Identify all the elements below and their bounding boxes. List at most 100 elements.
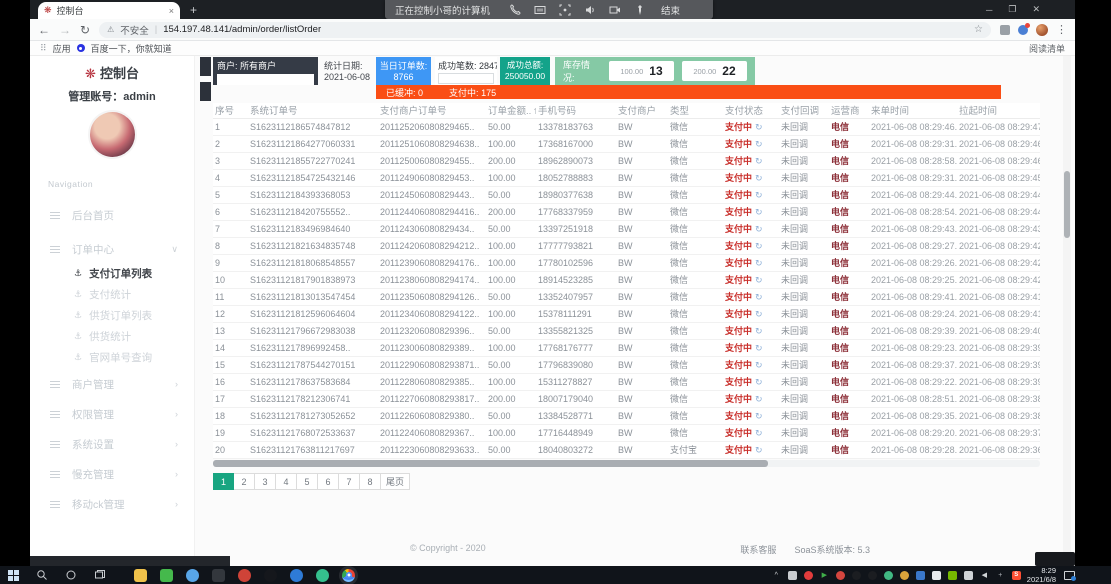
notification-center-icon[interactable] [1064,571,1075,580]
stat-date-value[interactable]: 2021-06-08 [324,72,370,82]
horizontal-scrollbar-thumb[interactable] [213,460,768,467]
close-button[interactable]: ✕ [1032,4,1040,15]
refresh-status-icon[interactable]: ↻ [755,360,763,370]
reload-icon[interactable]: ↻ [80,24,90,36]
sidebar-subitem[interactable]: ⚓支付订单列表 [30,263,194,284]
refresh-status-icon[interactable]: ↻ [755,411,763,421]
sidebar-group[interactable]: 商户管理› [30,370,194,398]
user-avatar[interactable] [90,112,135,157]
refresh-status-icon[interactable]: ↻ [755,394,763,404]
app-blue-icon[interactable] [290,569,303,582]
page-button-1[interactable]: 1 [213,473,234,490]
tray-expand-icon[interactable]: ^ [772,571,781,580]
file-explorer-icon[interactable] [134,569,147,582]
sidebar-subitem[interactable]: ⚓供货统计 [30,326,194,347]
screenshot-icon[interactable] [559,4,571,16]
windows-start-icon[interactable] [8,570,19,581]
refresh-status-icon[interactable]: ↻ [755,122,763,132]
sidebar-group[interactable]: 系统设置› [30,430,194,458]
new-tab-button[interactable]: + [190,3,197,17]
refresh-status-icon[interactable]: ↻ [755,292,763,302]
success-count-input[interactable] [438,73,494,84]
pin-icon[interactable] [634,4,646,16]
terminal-icon[interactable] [212,569,225,582]
remote-desktop-icon[interactable] [186,569,199,582]
page-button-6[interactable]: 6 [318,473,339,490]
tray-blue-icon[interactable] [916,571,925,580]
back-icon[interactable]: ← [38,24,50,36]
reading-list-label[interactable]: 阅读清单 [1029,42,1065,55]
taskbar-clock[interactable]: 8:29 2021/6/8 [1027,566,1056,584]
panel-toggle-2[interactable] [200,82,211,101]
panel-toggle-1[interactable] [200,57,211,76]
tray-window-icon[interactable] [788,571,797,580]
sidebar-item-home[interactable]: 后台首页 [30,201,194,229]
bookmark-baidu[interactable]: 百度一下，你就知道 [91,42,172,55]
phone-icon[interactable] [509,4,521,16]
speaker-icon[interactable] [584,4,596,16]
page-button-2[interactable]: 2 [234,473,255,490]
cortana-icon[interactable] [65,569,77,581]
apps-label[interactable]: 应用 [53,42,71,55]
video-icon[interactable] [609,4,621,16]
page-button-7[interactable]: 7 [339,473,360,490]
task-view-icon[interactable] [94,569,106,581]
tray-ball-icon[interactable] [836,571,845,580]
maximize-button[interactable]: ❐ [1008,4,1016,15]
qq-tray-icon[interactable] [852,571,861,580]
refresh-status-icon[interactable]: ↻ [755,224,763,234]
page-button-5[interactable]: 5 [297,473,318,490]
refresh-status-icon[interactable]: ↻ [755,445,763,455]
extension-badge-icon[interactable] [1018,25,1028,35]
profile-avatar[interactable] [1036,24,1048,36]
refresh-status-icon[interactable]: ↻ [755,343,763,353]
column-header[interactable]: 订单金额.. ⇅ [486,103,536,118]
tray-gold-icon[interactable] [900,571,909,580]
app-teal-icon[interactable] [316,569,329,582]
refresh-status-icon[interactable]: ↻ [755,207,763,217]
tray-red-app-icon[interactable] [804,571,813,580]
keyboard-icon[interactable] [534,4,546,16]
refresh-status-icon[interactable]: ↻ [755,173,763,183]
page-button-3[interactable]: 3 [255,473,276,490]
bottom-dark-widget[interactable] [1035,552,1075,566]
tray-green-icon[interactable] [884,571,893,580]
refresh-status-icon[interactable]: ↻ [755,326,763,336]
nvidia-icon[interactable] [948,571,957,580]
refresh-status-icon[interactable]: ↻ [755,258,763,268]
refresh-status-icon[interactable]: ↻ [755,139,763,149]
vertical-scrollbar-thumb[interactable] [1064,171,1070,238]
sidebar-item-order-center[interactable]: 订单中心∨ [30,235,194,263]
qq-icon[interactable] [264,569,277,582]
refresh-status-icon[interactable]: ↻ [755,309,763,319]
sidebar-group[interactable]: 移动ck管理› [30,490,194,518]
refresh-status-icon[interactable]: ↻ [755,190,763,200]
tray-white-icon[interactable] [932,571,941,580]
end-control-button[interactable]: 结束 [661,3,680,17]
merchant-select-input[interactable] [217,74,314,85]
pin-plus-icon[interactable]: + [996,571,1005,580]
sidebar-group[interactable]: 权限管理› [30,400,194,428]
minimize-button[interactable]: ─ [986,5,992,15]
sidebar-subitem[interactable]: ⚓官网单号查询 [30,347,194,368]
tray-play-icon[interactable]: ▶ [820,571,829,580]
refresh-status-icon[interactable]: ↻ [755,275,763,285]
menu-kebab-icon[interactable]: ⋮ [1056,23,1067,36]
sidebar-subitem[interactable]: ⚓供货订单列表 [30,305,194,326]
wechat-icon[interactable] [160,569,173,582]
forward-icon[interactable]: → [59,24,71,36]
tab-close-icon[interactable]: × [169,6,174,16]
sidebar-subitem[interactable]: ⚓支付统计 [30,284,194,305]
refresh-status-icon[interactable]: ↻ [755,428,763,438]
refresh-status-icon[interactable]: ↻ [755,241,763,251]
refresh-status-icon[interactable]: ↻ [755,156,763,166]
refresh-status-icon[interactable]: ↻ [755,377,763,387]
page-button-8[interactable]: 8 [360,473,381,490]
display-icon[interactable] [964,571,973,580]
chrome-icon[interactable] [342,569,355,582]
search-icon[interactable] [36,569,48,581]
volume-icon[interactable]: ◀ [980,571,989,580]
browser-red-icon[interactable] [238,569,251,582]
last-page-button[interactable]: 尾页 [381,473,410,490]
qq-tray-icon-2[interactable] [868,571,877,580]
